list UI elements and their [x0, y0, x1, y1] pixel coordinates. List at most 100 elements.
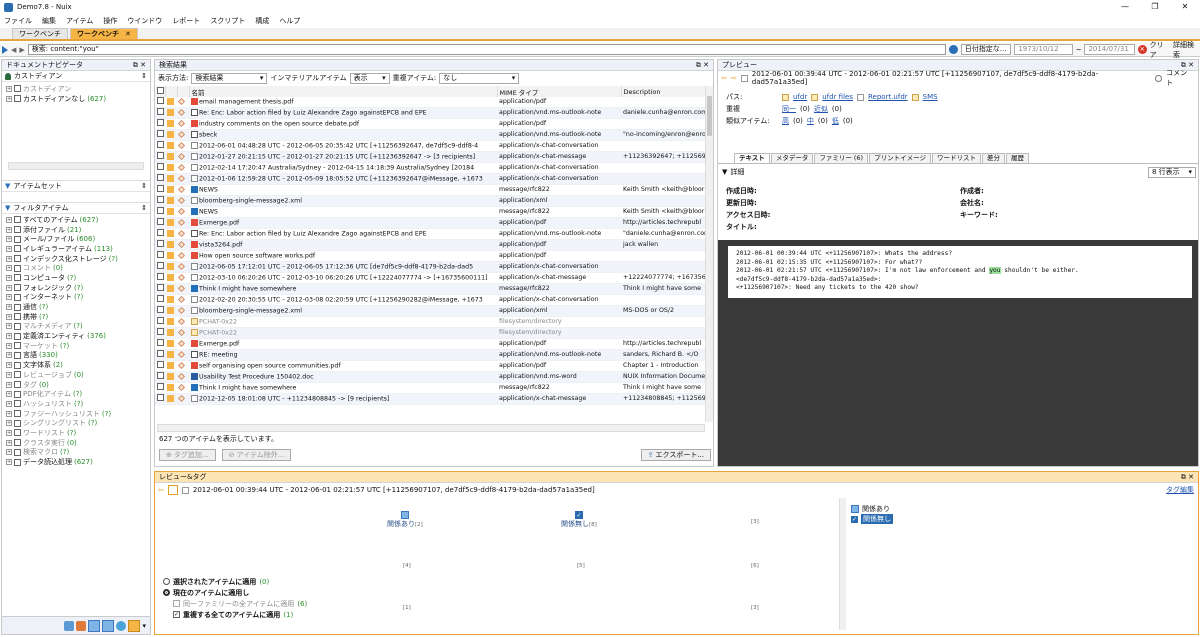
table-row[interactable]: bloomberg-single-message2.xml application… — [155, 195, 706, 207]
row-checkbox[interactable] — [157, 339, 164, 346]
apply-family-option[interactable]: 同一ファミリーの全アイテムに適用 (6) — [163, 598, 307, 609]
row-select-cell[interactable] — [155, 338, 165, 350]
expand-icon[interactable]: + — [6, 226, 12, 233]
tab-close-icon[interactable]: ✕ — [125, 29, 131, 39]
date-filter-select[interactable]: 日付指定な... — [960, 44, 1012, 55]
row-checkbox[interactable] — [157, 108, 164, 115]
checkbox[interactable] — [14, 448, 21, 456]
menu-report[interactable]: レポート — [172, 16, 200, 26]
itemset-header[interactable]: ▼ アイテムセット ⇕ — [2, 180, 150, 192]
expand-icon[interactable]: + — [6, 236, 12, 243]
table-row[interactable]: NEWS message/rfc822 Keith Smith <keith@blo… — [155, 184, 706, 196]
filter-item[interactable]: + タグ (0) — [6, 380, 146, 390]
hotkey-4[interactable]: [4] — [403, 563, 411, 569]
table-row[interactable]: 2012-01-06 12:59:28 UTC - 2012-05-09 18:… — [155, 173, 706, 185]
custodian-item[interactable]: + カストディアンなし (627) — [6, 94, 146, 104]
row-checkbox[interactable] — [157, 350, 164, 357]
checkbox[interactable] — [14, 410, 21, 418]
table-row[interactable]: How open source software works.pdf applic… — [155, 250, 706, 262]
row-checkbox[interactable] — [157, 361, 164, 368]
filter-item[interactable]: + 携帯 (?) — [6, 312, 146, 322]
row-checkbox[interactable] — [157, 163, 164, 170]
filter-item[interactable]: + フォレンジック (?) — [6, 283, 146, 293]
tag-edit-link[interactable]: タグ編集 — [1166, 485, 1194, 495]
path-link-ufdr-files[interactable]: ufdr files — [822, 93, 853, 101]
expand-icon[interactable]: + — [6, 313, 12, 320]
table-row[interactable]: Exmerge.pdf application/pdf http://article… — [155, 338, 706, 350]
panel-controls-icon[interactable]: ⧉ ✕ — [1181, 473, 1194, 482]
filter-item[interactable]: + 定義済エンティティ (376) — [6, 331, 146, 341]
clear-button[interactable]: クリア — [1150, 40, 1170, 60]
checkbox[interactable] — [14, 264, 21, 272]
row-checkbox[interactable] — [157, 273, 164, 280]
row-checkbox[interactable] — [157, 174, 164, 181]
table-row[interactable]: 2012-12-05 18:01:08 UTC - +11234808845 -… — [155, 393, 706, 405]
chevron-down-icon[interactable]: ▾ — [142, 622, 146, 630]
checkbox[interactable] — [14, 361, 21, 369]
filter-item[interactable]: + ワードリスト (?) — [6, 428, 146, 438]
row-checkbox[interactable] — [157, 207, 164, 214]
collapse-icon[interactable]: ⇕ — [141, 182, 147, 190]
comment-radio[interactable] — [1155, 74, 1163, 82]
tab-workbench-2[interactable]: ワークベンチ ✕ — [70, 28, 138, 39]
export-button[interactable]: ⇪ エクスポート... — [640, 449, 711, 461]
tab-print-image[interactable]: プリントイメージ — [869, 153, 931, 163]
expand-icon[interactable]: + — [6, 294, 12, 301]
tag2-cell[interactable]: ✓ 関係無し[8] — [561, 511, 597, 529]
row-checkbox[interactable] — [157, 394, 164, 401]
row-select-cell[interactable] — [155, 129, 165, 141]
table-row[interactable]: sbeck application/vnd.ms-outlook-note "no-… — [155, 129, 706, 141]
expand-icon[interactable]: + — [6, 449, 12, 456]
expand-icon[interactable]: + — [6, 381, 12, 388]
checkbox[interactable] — [14, 332, 21, 340]
row-checkbox[interactable] — [157, 328, 164, 335]
checkbox[interactable] — [14, 313, 21, 321]
row-checkbox[interactable] — [157, 317, 164, 324]
filter-item[interactable]: + シングリングリスト (?) — [6, 418, 146, 428]
row-checkbox[interactable] — [157, 218, 164, 225]
expand-icon[interactable]: + — [6, 362, 12, 369]
table-row[interactable]: vista3264.pdf application/pdf jack wallen — [155, 239, 706, 251]
tag-list-item-unrelated[interactable]: ✓ 関係無し — [851, 514, 893, 524]
expand-icon[interactable]: + — [6, 85, 12, 92]
tab-text[interactable]: テキスト — [734, 153, 770, 163]
filter-item[interactable]: + 通信 (?) — [6, 302, 146, 312]
row-select-cell[interactable] — [155, 151, 165, 163]
lines-select[interactable]: 8 行表示 ▾ — [1148, 166, 1196, 178]
table-row[interactable]: Think I might have somewhere message/rfc8… — [155, 382, 706, 394]
expand-icon[interactable]: + — [6, 255, 12, 262]
expand-icon[interactable]: + — [6, 342, 12, 349]
itemset-tool-icon[interactable] — [102, 619, 115, 632]
checkbox[interactable] — [14, 245, 21, 253]
apply-current-option[interactable]: 現在のアイテムに適用し — [163, 587, 307, 598]
checkbox[interactable] — [14, 303, 21, 311]
similar-high-link[interactable]: 高 — [782, 116, 789, 126]
path-link-report[interactable]: Report.ufdr — [868, 93, 908, 101]
filter-tool-icon[interactable] — [128, 619, 141, 632]
table-row[interactable]: Usability Test Procedure 150402.doc appli… — [155, 371, 706, 383]
menu-edit[interactable]: 編集 — [42, 16, 56, 26]
navigator-hscroll[interactable] — [8, 162, 144, 170]
similar-low-link[interactable]: 低 — [832, 116, 839, 126]
settings-tool-icon[interactable] — [116, 620, 127, 631]
row-select-cell[interactable] — [155, 184, 165, 196]
table-row[interactable]: industry comments on the open source deb… — [155, 118, 706, 130]
checkbox[interactable] — [14, 226, 21, 234]
expand-icon[interactable]: + — [6, 371, 12, 378]
advanced-search-button[interactable]: 詳細検索 — [1173, 40, 1200, 60]
table-row[interactable]: Re: Enc: Labor action filed by Luiz Alex… — [155, 107, 706, 119]
dup-identical-link[interactable]: 同一 — [782, 104, 796, 114]
clear-icon[interactable]: ✕ — [1137, 45, 1147, 54]
table-row[interactable]: self organising open source communities.… — [155, 360, 706, 372]
menu-config[interactable]: 構成 — [255, 16, 269, 26]
table-row[interactable]: 2012-06-01 04:48:28 UTC - 2012-06-05 20:… — [155, 140, 706, 152]
next-item-icon[interactable]: ⇨ — [731, 74, 737, 82]
menu-item[interactable]: アイテム — [66, 16, 93, 26]
filter-item[interactable]: + ハッシュリスト (?) — [6, 399, 146, 409]
row-select-cell[interactable] — [155, 316, 165, 328]
filter-item[interactable]: + コメント (0) — [6, 263, 146, 273]
dup-near-link[interactable]: 近似 — [814, 104, 828, 114]
filter-item[interactable]: + 言語 (330) — [6, 351, 146, 361]
scroll-thumb[interactable] — [707, 96, 712, 136]
item-exclude-button[interactable]: ⊘ アイテム除外... — [221, 449, 292, 461]
